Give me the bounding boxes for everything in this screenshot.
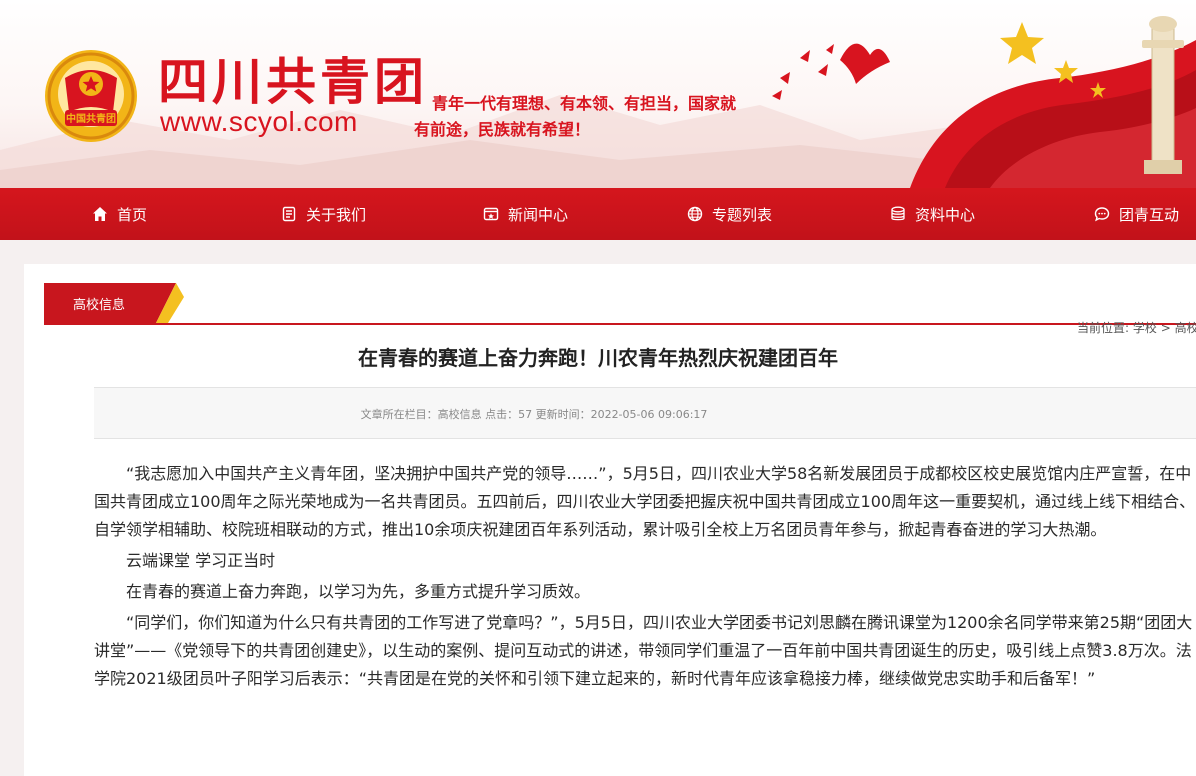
nav-item-resources[interactable]: 资料中心 (890, 188, 975, 240)
news-icon (483, 207, 499, 221)
section-tab[interactable]: 高校信息 (44, 283, 184, 323)
article-meta: 文章所在栏目：高校信息 点击：57 更新时间：2022-05-06 09:06:… (94, 387, 1196, 439)
article-paragraph: “同学们，你们知道为什么只有共青团的工作写进了党章吗？”，5月5日，四川农业大学… (94, 613, 1193, 688)
nav-item-news[interactable]: 新闻中心 (483, 188, 568, 240)
nav-item-interaction[interactable]: 团青互动 (1094, 188, 1179, 240)
chat-icon (1094, 207, 1110, 222)
main-nav: 首页 关于我们 新闻中心 专题列表 资料中心 团青互动 (0, 188, 1196, 240)
slogan-line-2: 有前途，民族就有希望！ (414, 120, 591, 139)
section-tab-label: 高校信息 (73, 298, 126, 313)
home-icon (93, 207, 107, 221)
nav-item-topics[interactable]: 专题列表 (687, 188, 772, 240)
breadcrumb-link-school[interactable]: 学校 (1133, 321, 1157, 335)
site-header: 中国共青团 四川共青团 www.scyol.com 青年一代有理想、有本领、有担… (0, 0, 1196, 188)
database-icon (891, 206, 905, 221)
star-icon (1000, 22, 1044, 64)
nav-item-about[interactable]: 关于我们 (281, 188, 366, 240)
content-card: 高校信息 当前位置: 学校 > 高校 在青春的赛道上奋力奔跑！川农青年热烈庆祝建… (24, 264, 1196, 776)
banner-decoration (772, 16, 1196, 188)
emblem-text: 中国共青团 (66, 112, 116, 125)
nav-item-label: 团青互动 (1119, 205, 1180, 224)
breadcrumb: 当前位置: 学校 > 高校 (1077, 319, 1196, 336)
breadcrumb-link-college[interactable]: 高校 (1175, 321, 1196, 335)
article-paragraph: 在青春的赛道上奋力奔跑，以学习为先，多重方式提升学习质效。 (126, 582, 591, 601)
nav-item-label: 新闻中心 (508, 205, 569, 224)
nav-item-label: 首页 (117, 205, 148, 224)
site-url[interactable]: www.scyol.com (160, 107, 358, 137)
slogan-line-1: 青年一代有理想、有本领、有担当，国家就 (432, 94, 737, 113)
document-icon (282, 206, 296, 222)
nav-item-label: 资料中心 (915, 205, 976, 224)
article-subheading: 云端课堂 学习正当时 (126, 551, 276, 570)
article-body: “我志愿加入中国共产主义青年团，坚决拥护中国共产党的领导……”，5月5日，四川农… (94, 460, 1196, 696)
nav-item-label: 关于我们 (306, 205, 367, 224)
section-header: 高校信息 当前位置: 学校 > 高校 (44, 283, 1196, 335)
breadcrumb-separator: > (1160, 321, 1171, 335)
article-paragraph: “我志愿加入中国共产主义青年团，坚决拥护中国共产党的领导……”，5月5日，四川农… (94, 464, 1196, 539)
globe-icon (687, 206, 703, 222)
site-logo-text[interactable]: 四川共青团 (158, 52, 428, 112)
nav-item-label: 专题列表 (712, 205, 773, 224)
breadcrumb-prefix: 当前位置: (1077, 321, 1130, 335)
youth-league-emblem: 中国共青团 (45, 50, 137, 142)
dove-icon (840, 43, 890, 84)
nav-item-home[interactable]: 首页 (92, 188, 147, 240)
article-meta-text: 文章所在栏目：高校信息 点击：57 更新时间：2022-05-06 09:06:… (360, 408, 708, 421)
article-title: 在青春的赛道上奋力奔跑！川农青年热烈庆祝建团百年 (358, 346, 838, 370)
